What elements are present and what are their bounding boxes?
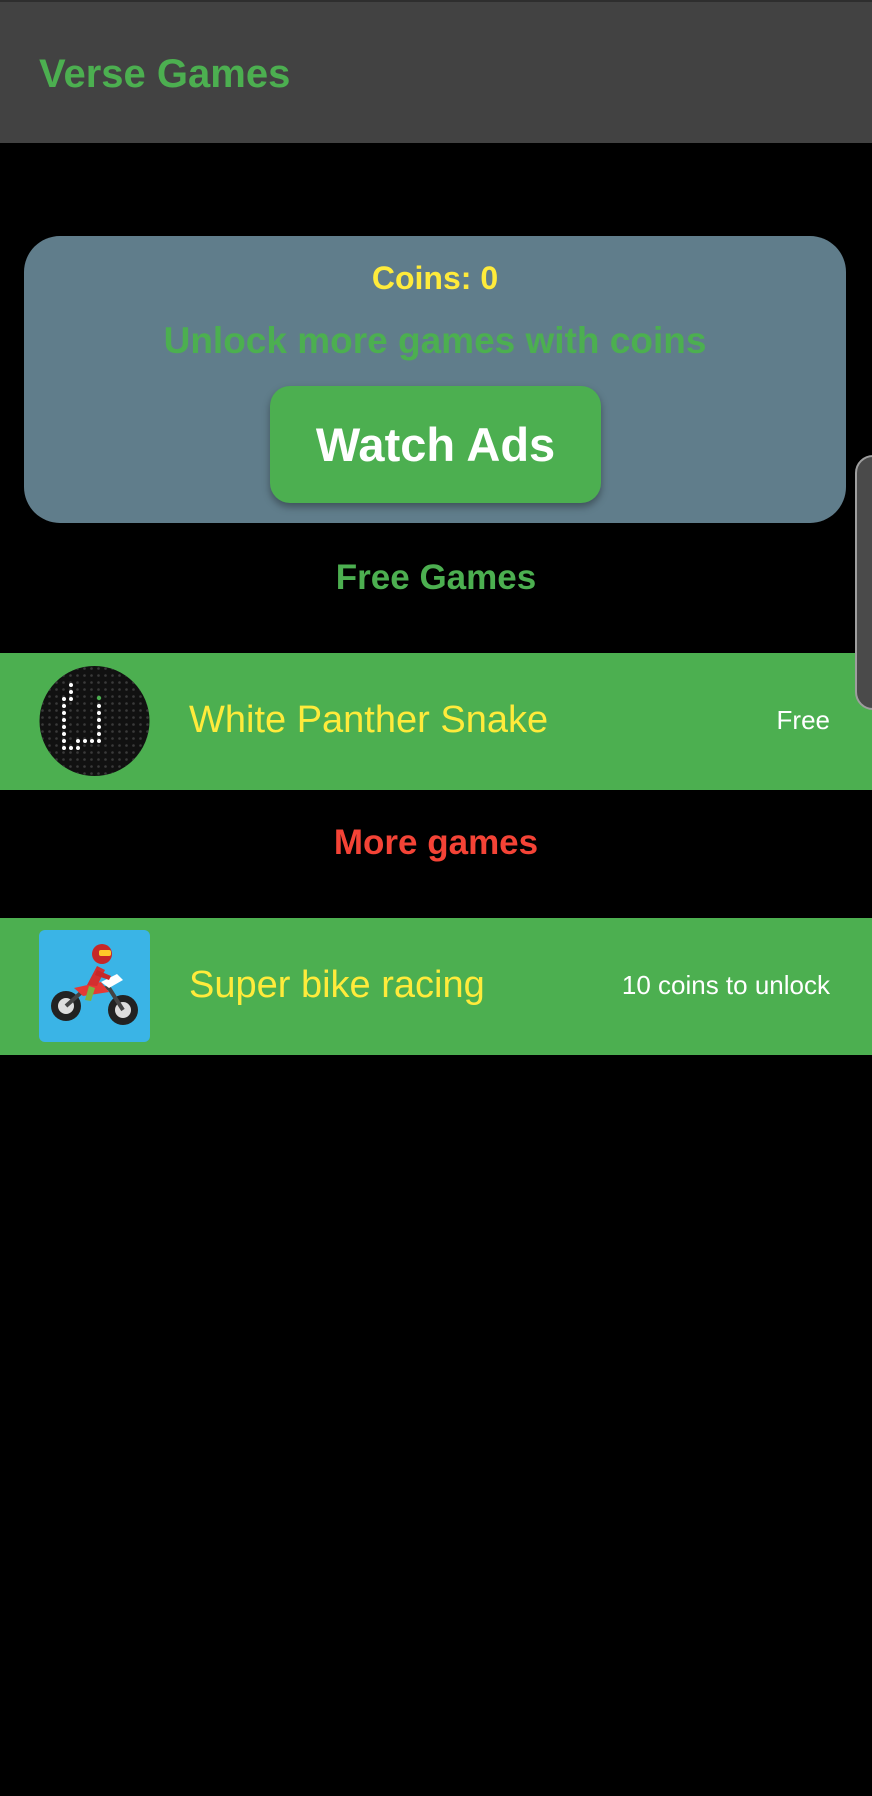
coins-card: Coins: 0 Unlock more games with coins Wa… [24,236,846,523]
snake-game-icon [39,666,150,776]
unlock-hint: Unlock more games with coins [163,320,707,361]
app-bar: Verse Games [0,0,872,143]
edge-panel-handle[interactable] [855,455,872,710]
game-status-badge: Free [776,705,830,735]
game-row-white-panther-snake[interactable]: White Panther Snake Free [0,653,872,790]
game-status-badge: 10 coins to unlock [621,970,830,1000]
game-name: Super bike racing [189,964,485,1006]
game-name: White Panther Snake [189,699,549,741]
game-row-super-bike-racing[interactable]: Super bike racing 10 coins to unlock [0,918,872,1055]
app-title: Verse Games [39,52,291,96]
bike-racing-icon [39,930,150,1042]
watch-ads-button[interactable]: Watch Ads [270,386,601,503]
free-games-heading: Free Games [335,558,537,597]
more-games-heading: More games [333,823,539,862]
coins-count: Coins: 0 [371,260,499,296]
